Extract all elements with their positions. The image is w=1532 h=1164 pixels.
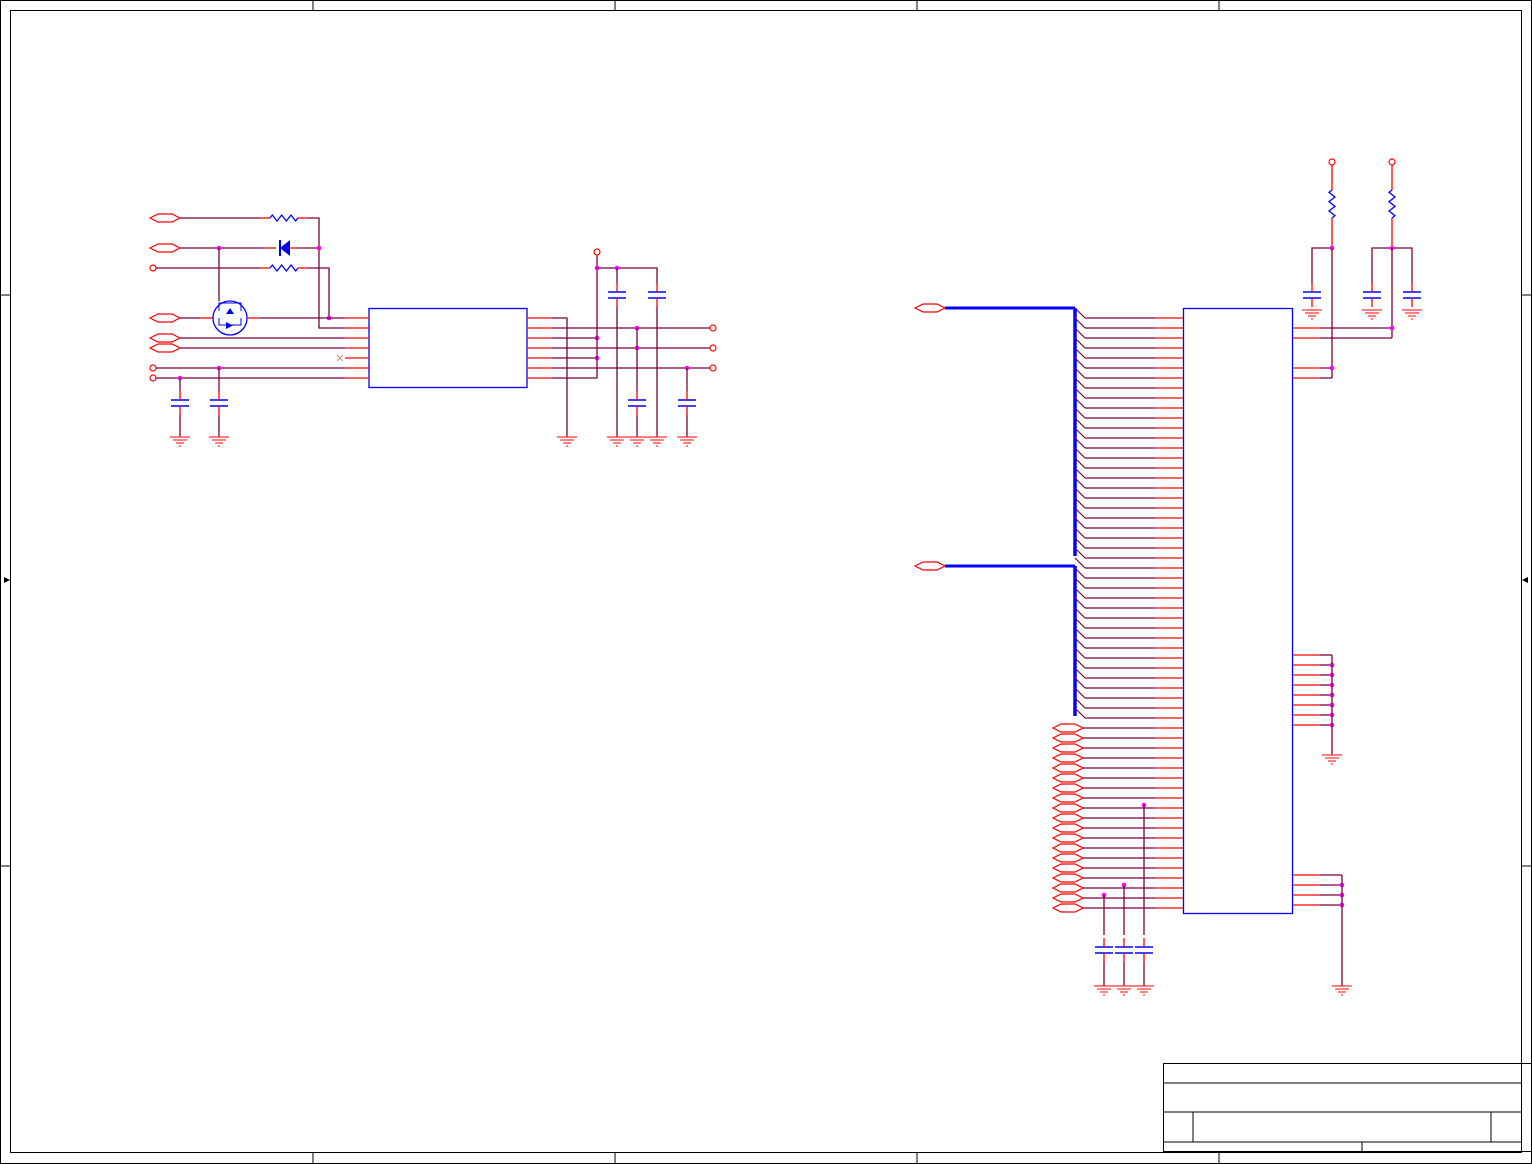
hex-port-icon [148, 313, 182, 323]
port-circle-icon [709, 344, 717, 352]
outer-border [0, 0, 1532, 1164]
inner-border [10, 10, 1522, 1153]
mosfet-body [212, 300, 248, 336]
capacitor-icon [628, 391, 646, 415]
hex-port-icon [1051, 863, 1085, 873]
title-block-border [1163, 1063, 1532, 1152]
capacitor-icon [1303, 283, 1321, 307]
ground-icon [1322, 754, 1342, 765]
connector-ic [1182, 307, 1294, 915]
hex-port-icon [1051, 783, 1085, 793]
port-circle-icon [709, 364, 717, 372]
resistor-icon [1327, 189, 1337, 219]
port-circle-icon [149, 374, 157, 382]
wire [597, 267, 658, 283]
junction-dot [316, 245, 322, 251]
capacitor-icon [608, 283, 626, 307]
hex-port-icon [1051, 833, 1085, 843]
hex-port-icon [148, 213, 182, 223]
capacitor-icon [210, 391, 228, 415]
hex-port-icon [1051, 813, 1085, 823]
zone-arrow-icon [4, 577, 10, 583]
hex-port-icon [913, 561, 947, 571]
schematic-sheet [0, 0, 1532, 1164]
hex-port-icon [148, 243, 182, 253]
resistor-icon [1387, 189, 1397, 219]
power-circuit [148, 213, 717, 447]
hex-port-icon [1051, 893, 1085, 903]
ground-icon [647, 436, 667, 447]
hex-port-icon [1051, 743, 1085, 753]
ground-icon [1362, 309, 1382, 320]
hex-port-icon [1051, 823, 1085, 833]
capacitor-icon [1095, 938, 1113, 962]
ground-icon [1402, 309, 1422, 320]
port-circle-icon [1328, 158, 1336, 166]
hex-port-icon [1051, 843, 1085, 853]
port-circle-icon [149, 264, 157, 272]
capacitor-icon [648, 283, 666, 307]
port-circle-icon [709, 324, 717, 332]
hex-port-icon [1051, 803, 1085, 813]
ground-icon [1094, 985, 1114, 996]
junction-dot [1389, 325, 1395, 331]
hex-port-icon [148, 343, 182, 353]
diode-triangle [280, 240, 290, 256]
ground-icon [557, 436, 577, 447]
capacitor-icon [171, 391, 189, 415]
ground-icon [607, 436, 627, 447]
connector-circuit [913, 158, 1422, 996]
ground-icon [677, 436, 697, 447]
hex-port-icon [1051, 773, 1085, 783]
hex-port-icon [1051, 723, 1085, 733]
hex-port-icon [1051, 753, 1085, 763]
ground-icon [209, 436, 229, 447]
wire [1311, 247, 1332, 283]
port-circle-icon [593, 248, 601, 256]
ground-icon [1332, 985, 1352, 996]
resistor-zigzag [269, 263, 299, 273]
regulator-ic [368, 307, 528, 389]
capacitor-icon [1403, 283, 1421, 307]
hex-port-icon [913, 303, 947, 313]
resistor-zigzag [1327, 189, 1337, 219]
ground-icon [627, 436, 647, 447]
port-circle-icon [149, 364, 157, 372]
ground-icon [1134, 985, 1154, 996]
ground-icon [1302, 309, 1322, 320]
ground-icon [170, 436, 190, 447]
title-block [1163, 1063, 1532, 1164]
port-circle-icon [1388, 158, 1396, 166]
junction-dot [1329, 365, 1335, 371]
ground-icon [1114, 985, 1134, 996]
diode-icon [279, 240, 298, 256]
hex-port-icon [1051, 853, 1085, 863]
resistor-zigzag [1387, 189, 1397, 219]
hex-port-icon [1051, 873, 1085, 883]
capacitor-icon [1363, 283, 1381, 307]
sheet-frame [0, 0, 1532, 1164]
resistor-zigzag [269, 213, 299, 223]
mosfet-icon [212, 300, 248, 336]
hex-port-icon [1051, 793, 1085, 803]
resistor-icon [269, 213, 299, 223]
zone-arrow-icon [1522, 577, 1528, 583]
hex-port-icon [1051, 903, 1085, 913]
wire [308, 217, 345, 329]
resistor-icon [269, 263, 299, 273]
capacitor-icon [1115, 938, 1133, 962]
capacitor-icon [1135, 938, 1153, 962]
hex-port-icon [148, 333, 182, 343]
hex-port-icon [1051, 763, 1085, 773]
hex-port-icon [1051, 883, 1085, 893]
wire [552, 255, 598, 379]
capacitor-icon [678, 391, 696, 415]
hex-port-icon [1051, 733, 1085, 743]
